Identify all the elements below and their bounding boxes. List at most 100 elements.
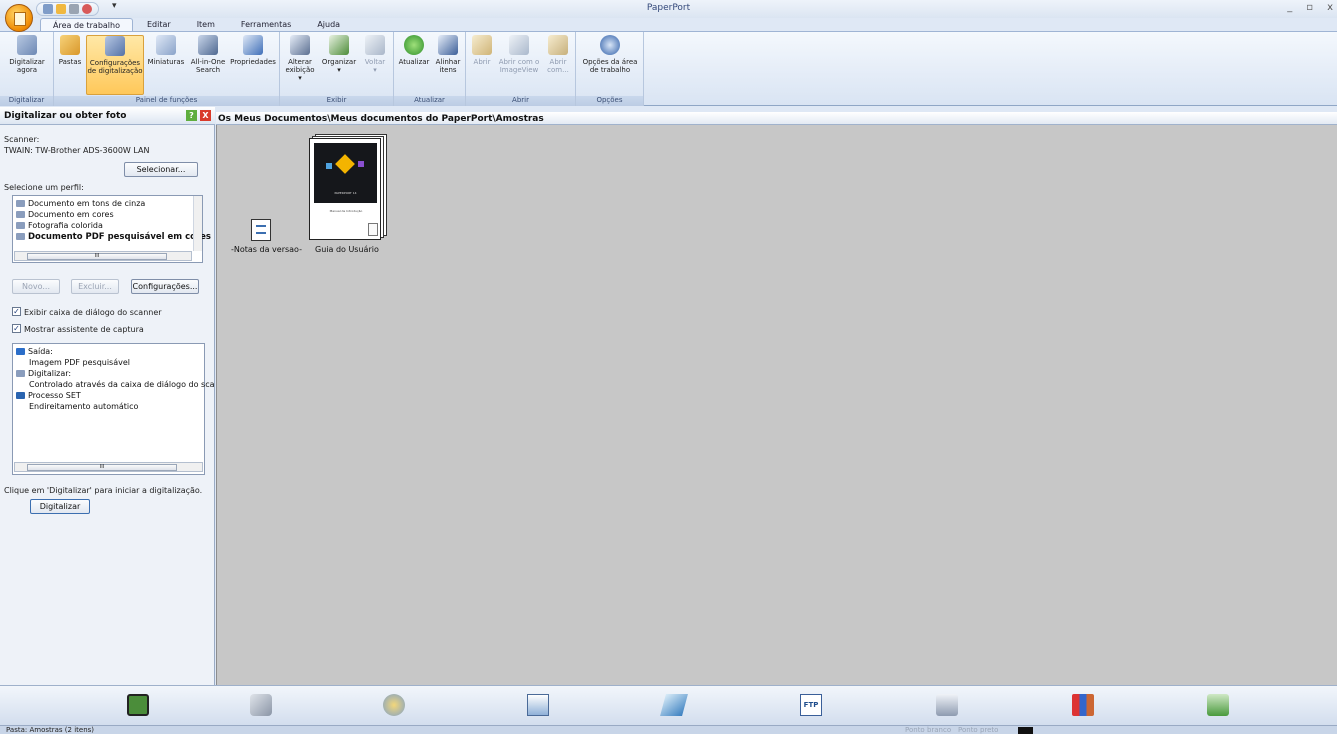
select-scanner-button[interactable]: Selecionar... <box>124 162 198 177</box>
alinhar-itens-button[interactable]: Alinhar itens <box>432 35 464 74</box>
cover-subtitle: Manual de Introdução <box>329 209 363 213</box>
properties-icon <box>243 35 263 55</box>
ftp-icon[interactable]: FTP <box>800 694 822 716</box>
guia-usuario-item[interactable]: PAPERPORT 14 Manual de Introdução <box>309 134 387 241</box>
back-icon[interactable] <box>82 4 92 14</box>
processo-set-item: Processo SET <box>16 391 81 400</box>
abrir-com-o-label-1: Abrir com o <box>498 58 540 66</box>
app-title: PaperPort <box>646 3 691 13</box>
qat-dropdown-icon[interactable]: ▾ <box>112 1 117 11</box>
ribbon-group-painel: Pastas Configurações de digitalização Mi… <box>54 32 280 106</box>
excluir-button[interactable]: Excluir... <box>71 279 119 294</box>
folder-icon[interactable] <box>56 4 66 14</box>
exibir-dialogo-checkbox[interactable]: ✓ <box>12 307 21 316</box>
abrir-button[interactable]: Abrir <box>470 35 494 66</box>
thumbnails-icon <box>156 35 176 55</box>
image-viewer-icon[interactable] <box>527 694 549 716</box>
pastas-button[interactable]: Pastas <box>56 35 84 66</box>
miniaturas-button[interactable]: Miniaturas <box>146 35 186 66</box>
printer-icon[interactable] <box>936 694 958 716</box>
close-window-button[interactable]: x <box>1327 2 1333 13</box>
opcoes-area-trabalho-button[interactable]: Opções da área de trabalho <box>578 35 642 74</box>
digitalizar-agora-button[interactable]: Digitalizar agora <box>2 35 52 74</box>
tab-area-de-trabalho[interactable]: Área de trabalho <box>40 18 133 32</box>
voltar-button[interactable]: Voltar ▾ <box>360 35 390 74</box>
restore-button[interactable]: ▫ <box>1306 2 1313 13</box>
application-menu-button[interactable] <box>5 4 33 32</box>
notas-versao-label[interactable]: -Notas da versao- <box>231 245 302 254</box>
ribbon-group-digitalizar: Digitalizar agora Digitalizar <box>0 32 54 106</box>
scroll-thumb[interactable]: III <box>27 464 177 471</box>
group-label-digitalizar: Digitalizar <box>0 96 53 106</box>
configuracoes-digitalizacao-button[interactable]: Configurações de digitalização <box>86 35 144 95</box>
profile-item[interactable]: Documento em cores <box>16 210 114 219</box>
process-icon <box>16 392 25 399</box>
profile-item-label: Fotografia colorida <box>28 221 103 230</box>
cover-shape-icon <box>358 161 364 167</box>
detail-value: Endireitamento automático <box>29 402 139 411</box>
notas-versao-item[interactable] <box>251 219 271 241</box>
folder-path: Os Meus Documentos\Meus documentos do Pa… <box>218 114 544 124</box>
cover-logo-icon <box>335 154 355 174</box>
people-icon[interactable] <box>1072 694 1094 716</box>
alterar-label-2: exibição ▾ <box>285 66 315 82</box>
profile-item-selected[interactable]: Documento PDF pesquisável em cores <box>16 232 211 242</box>
profile-item[interactable]: Fotografia colorida <box>16 221 103 230</box>
profile-list[interactable]: Documento em tons de cinza Documento em … <box>12 195 211 263</box>
recycle-icon[interactable] <box>1207 694 1229 716</box>
profile-item-label: Documento PDF pesquisável em cores <box>28 232 211 242</box>
group-label-painel: Painel de funções <box>54 96 279 106</box>
atualizar-button[interactable]: Atualizar <box>396 35 432 66</box>
search-icon <box>198 35 218 55</box>
ocr-icon[interactable] <box>660 694 688 716</box>
scanner-icon[interactable] <box>250 694 272 716</box>
ribbon-tabs: Área de trabalho Editar Item Ferramentas… <box>40 18 352 32</box>
minimize-button[interactable]: _ <box>1287 2 1292 13</box>
evernote-icon[interactable] <box>127 694 149 716</box>
paint-icon[interactable] <box>383 694 405 716</box>
print-icon[interactable] <box>69 4 79 14</box>
scanner-value: TWAIN: TW-Brother ADS-3600W LAN <box>4 146 150 155</box>
propriedades-label: Propriedades <box>230 58 276 66</box>
scan-icon[interactable] <box>43 4 53 14</box>
propriedades-button[interactable]: Propriedades <box>229 35 277 66</box>
scanner-label: Scanner: <box>4 135 40 144</box>
all-in-one-search-button[interactable]: All-in-One Search <box>187 35 229 74</box>
tab-ferramentas[interactable]: Ferramentas <box>229 18 303 32</box>
scanner-small-icon <box>16 222 25 229</box>
alterar-exibicao-button[interactable]: Alterar exibição ▾ <box>284 35 316 82</box>
ribbon-group-exibir: Alterar exibição ▾ Organizar ▾ Voltar ▾ … <box>280 32 394 106</box>
atualizar-label: Atualizar <box>398 58 430 66</box>
tab-ajuda[interactable]: Ajuda <box>305 18 352 32</box>
details-box: Saída: Imagem PDF pesquisável Digitaliza… <box>12 343 215 475</box>
organize-icon <box>329 35 349 55</box>
tab-editar[interactable]: Editar <box>135 18 183 32</box>
scroll-thumb[interactable]: III <box>27 253 167 260</box>
profile-list-hscroll[interactable]: III <box>14 251 192 261</box>
close-pane-icon[interactable]: X <box>200 110 211 121</box>
cover-shape-icon <box>326 163 332 169</box>
profile-list-vscroll[interactable] <box>193 196 202 251</box>
details-hscroll[interactable]: III <box>14 462 203 472</box>
configuracoes-button[interactable]: Configurações... <box>131 279 199 294</box>
digitalizar-detail-label: Digitalizar: <box>28 369 72 378</box>
mostrar-assistente-checkbox[interactable]: ✓ <box>12 324 21 333</box>
organizar-button[interactable]: Organizar ▾ <box>320 35 358 74</box>
profile-label: Selecione um perfil: <box>4 183 84 192</box>
help-icon[interactable]: ? <box>186 110 197 121</box>
desktop-workspace[interactable]: -Notas da versao- PAPERPORT 14 Manual de… <box>216 125 1337 685</box>
tab-item[interactable]: Item <box>185 18 227 32</box>
black-point-label: Ponto preto <box>958 726 999 734</box>
novo-button[interactable]: Novo... <box>12 279 60 294</box>
status-bar: Pasta: Amostras (2 itens) Ponto branco P… <box>0 725 1337 734</box>
scanner-small-icon <box>16 370 25 377</box>
digitalizar-button[interactable]: Digitalizar <box>30 499 90 514</box>
organizar-label-1: Organizar <box>321 58 357 66</box>
abrir-com-imageview-button[interactable]: Abrir com o ImageView <box>498 35 540 74</box>
digitalizar-agora-label-2: agora <box>16 66 38 74</box>
group-label-exibir: Exibir <box>280 96 393 106</box>
detail-value: Imagem PDF pesquisável <box>29 358 131 367</box>
guia-usuario-label[interactable]: Guia do Usuário <box>315 245 379 254</box>
profile-item[interactable]: Documento em tons de cinza <box>16 199 145 208</box>
abrir-com-button[interactable]: Abrir com... <box>544 35 572 74</box>
